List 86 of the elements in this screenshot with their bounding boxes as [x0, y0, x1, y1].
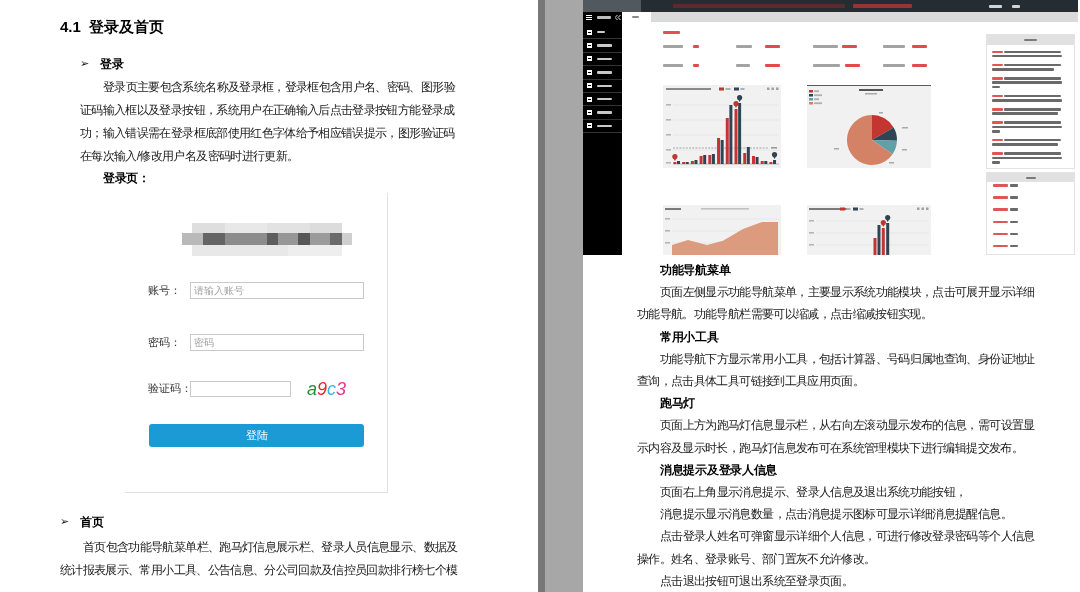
blurred-text — [663, 31, 680, 34]
paragraph: 页面左侧显示功能导航菜单，主要显示系统功能模块，点击可展开显示详细功能导航。功能导航栏需要可以缩减，点击缩减按钮实现。 — [637, 284, 1036, 324]
square-icon — [587, 69, 592, 75]
square-icon — [587, 83, 592, 89]
blurred-text — [663, 63, 683, 67]
blurred-text — [993, 232, 1008, 236]
square-icon — [587, 29, 592, 35]
blurred-text — [736, 63, 750, 67]
blurred-text — [597, 30, 605, 34]
blurred-text — [663, 44, 683, 48]
square-icon — [776, 87, 779, 90]
paragraph: 首页包含功能导航菜单栏、跑马灯信息展示栏、登录人员信息显示、数据及统计报表展示、常用小工具、公告信息、分公司回款及信控员回款排行榜七个模 — [60, 539, 459, 579]
blurred-text — [597, 97, 612, 101]
blurred-text — [845, 63, 860, 67]
legend-swatch-icon — [734, 87, 739, 91]
section-heading: 消息提示及登录人信息 — [660, 461, 777, 479]
blurred-text — [1010, 184, 1018, 187]
blurred-text — [993, 208, 1008, 211]
pin-marker-icon — [672, 153, 678, 161]
section-heading: 跑马灯 — [660, 395, 696, 413]
blurred-text — [813, 63, 840, 67]
login-button[interactable]: 登陆 — [149, 424, 364, 447]
section-heading: 常用小工具 — [660, 328, 719, 346]
square-icon — [926, 207, 929, 210]
blurred-text — [632, 15, 639, 19]
blurred-text — [842, 44, 857, 48]
paragraph: 点击退出按钮可退出系统至登录页面。 — [659, 572, 854, 590]
blurred-text — [597, 44, 612, 47]
blurred-text — [1025, 176, 1036, 179]
blurred-text — [912, 63, 927, 67]
menu-icon[interactable] — [586, 15, 592, 20]
blurred-text — [765, 44, 780, 48]
blurred-text — [597, 16, 611, 19]
input-field[interactable]: 密码 — [190, 333, 364, 351]
blurred-text — [993, 244, 1008, 248]
blurred-text — [883, 44, 905, 48]
blurred-text — [883, 63, 905, 67]
legend-swatch-icon — [853, 207, 858, 211]
input-field[interactable]: 请输入账号 — [190, 281, 364, 299]
blurred-text — [1012, 4, 1020, 8]
legend-swatch-icon — [840, 207, 845, 211]
figure-caption: 登录页： — [103, 169, 150, 187]
legend-swatch-icon — [719, 87, 724, 91]
captcha-text: a9c3 — [307, 378, 347, 399]
square-icon — [587, 43, 592, 49]
square-icon — [587, 123, 592, 129]
paragraph: 点击登录人姓名可弹窗显示详细个人信息，可进行修改登录密码等个人信息操作。姓名、登录账号、部门置灰不允许修改。 — [637, 528, 1036, 568]
blurred-text — [765, 63, 780, 67]
blurred-text — [813, 44, 838, 48]
bullet-mark: ➢ — [60, 514, 71, 530]
blurred-text — [1010, 208, 1018, 211]
blurred-text — [993, 184, 1008, 187]
section-heading: 4.1 登录及首页 — [60, 17, 165, 37]
paragraph: 消息提示显示消息数量，点击消息提示图标可显示详细消息提醒信息。 — [659, 506, 1013, 524]
home-tab[interactable] — [622, 12, 651, 22]
subsection-title: 登录 — [100, 56, 124, 73]
blurred-text — [1010, 196, 1018, 199]
square-icon — [587, 56, 592, 62]
subsection-title: 首页 — [80, 514, 104, 531]
blurred-text — [693, 44, 699, 48]
double-chevron-icon[interactable] — [615, 15, 621, 20]
blurred-text — [736, 44, 752, 48]
field-label: 验证码： — [148, 381, 190, 396]
paragraph: 页面右上角显示消息提示、登录人信息及退出系统功能按钮， — [659, 484, 968, 502]
blurred-text — [597, 124, 612, 128]
blurred-text — [912, 44, 927, 48]
paragraph: 登录页主要包含系统名称及登录框，登录框包含用户名、密码、图形验证码输入框以及登录按钮，系统用户在正确输入后点击登录按钮方能登录成功；输入错误需在登录框底部使用红色字体给予相应错误提示，图形验证码在每次输入/修改用户名及密码时进行更新。 — [80, 78, 456, 165]
blurred-text — [597, 111, 612, 114]
paragraph: 功能导航下方显示常用小工具，包括计算器、号码归属地查询、身份证地址查询，点击具体工具可链接到工具应用页面。 — [637, 350, 1036, 390]
square-icon — [587, 110, 592, 116]
bullet-mark: ➢ — [80, 56, 91, 72]
blurred-text — [989, 4, 1002, 8]
blurred-logo — [583, 0, 641, 12]
captcha-field[interactable] — [190, 380, 291, 397]
blurred-text — [597, 71, 612, 74]
blurred-text — [993, 196, 1008, 199]
section-heading: 功能导航菜单 — [660, 262, 731, 279]
square-icon — [587, 96, 592, 102]
blurred-text — [693, 63, 699, 67]
blurred-text — [853, 4, 912, 8]
field-label: 账号： — [148, 282, 182, 298]
blurred-text — [993, 220, 1008, 224]
field-label: 密码： — [148, 334, 182, 350]
blurred-text — [597, 57, 612, 61]
paragraph: 页面上方为跑马灯信息显示栏，从右向左滚动显示发布的信息，需可设置显示内容及显示时长，跑马灯信息发布可在系统管理模块下进行编辑提交发布。 — [637, 417, 1036, 457]
blurred-text — [597, 84, 612, 87]
